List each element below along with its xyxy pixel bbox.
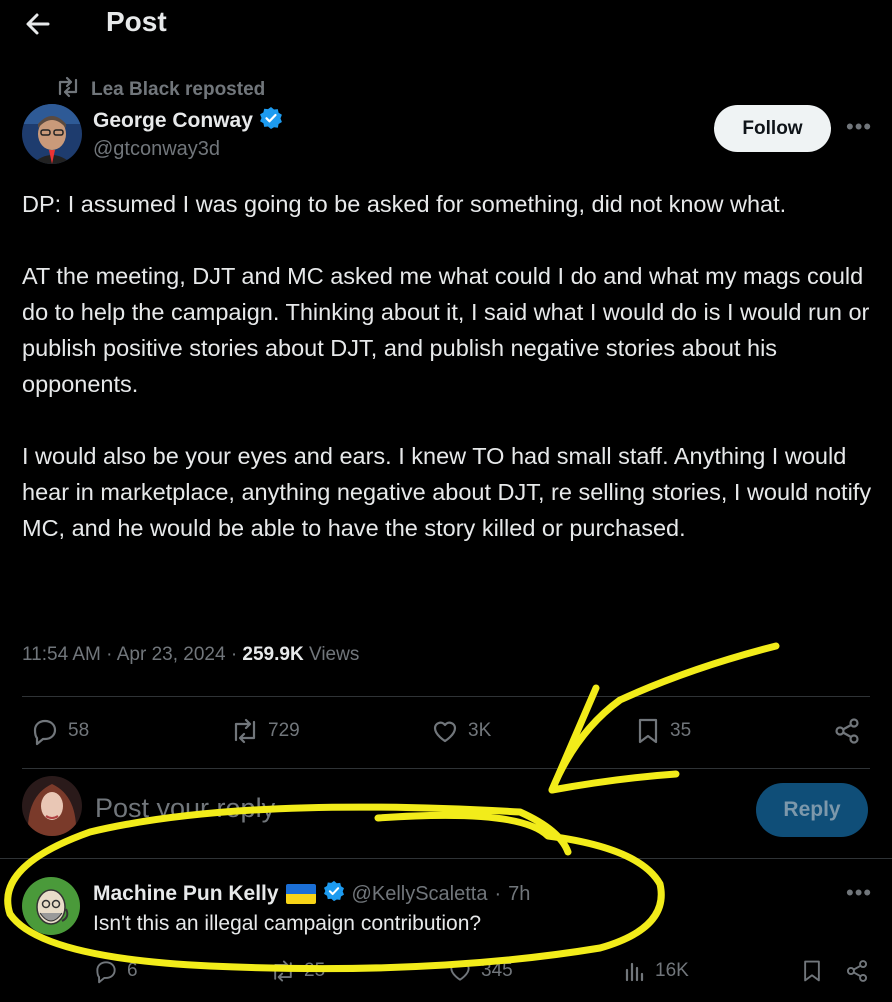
analytics-icon — [623, 958, 647, 984]
tweet-text: DP: I assumed I was going to be asked fo… — [22, 186, 882, 546]
reply-count: 6 — [127, 960, 138, 981]
repost-count: 25 — [304, 960, 326, 981]
repost-icon — [55, 76, 81, 104]
divider — [22, 768, 870, 769]
author-name: George Conway — [93, 109, 253, 132]
reply-author-row[interactable]: Machine Pun Kelly @KellyScaletta · 7h — [93, 880, 530, 908]
views-count: 259.9K — [242, 644, 304, 665]
reply-count: 58 — [68, 720, 90, 741]
repost-icon — [270, 958, 296, 984]
back-arrow-icon[interactable] — [20, 6, 56, 42]
verified-badge-icon — [323, 880, 345, 908]
tweet-meta: 11:54 AM · Apr 23, 2024 · 259.9K Views — [22, 644, 359, 666]
like-action[interactable]: 3K — [430, 716, 491, 746]
repost-label: Lea Black reposted — [91, 79, 266, 100]
repost-icon — [230, 716, 260, 746]
bookmark-count: 35 — [670, 720, 692, 741]
bookmark-icon — [634, 716, 662, 746]
reply-author-name: Machine Pun Kelly — [93, 882, 279, 905]
heart-icon — [430, 716, 460, 746]
page-title: Post — [106, 6, 167, 37]
reply-action[interactable]: 6 — [93, 958, 138, 984]
tweet-date[interactable]: Apr 23, 2024 — [117, 644, 226, 665]
reply-author-handle[interactable]: @KellyScaletta — [352, 883, 488, 906]
ukraine-flag-icon — [285, 884, 316, 904]
reply-author-avatar[interactable] — [22, 877, 80, 935]
reply-input[interactable]: Post your reply — [95, 793, 275, 824]
reply-icon — [93, 958, 119, 984]
more-options-icon[interactable]: ••• — [846, 114, 872, 140]
reply-button[interactable]: Reply — [756, 783, 868, 837]
views-action[interactable]: 16K — [623, 958, 689, 984]
reply-action[interactable]: 58 — [30, 716, 89, 746]
like-action[interactable]: 345 — [447, 958, 513, 984]
verified-badge-icon — [259, 106, 283, 136]
author-avatar[interactable] — [22, 104, 82, 164]
heart-icon — [447, 958, 473, 984]
views-label: Views — [308, 644, 360, 665]
follow-button[interactable]: Follow — [714, 105, 831, 152]
like-count: 345 — [481, 960, 513, 981]
tweet-paragraph: I would also be your eyes and ears. I kn… — [22, 443, 872, 541]
meta-separator: · — [230, 644, 238, 665]
tweet-paragraph: DP: I assumed I was going to be asked fo… — [22, 191, 787, 217]
author-name-row[interactable]: George Conway — [93, 106, 283, 136]
reply-age[interactable]: 7h — [508, 883, 530, 906]
divider — [0, 858, 892, 859]
more-options-icon[interactable]: ••• — [846, 880, 872, 906]
bookmark-action[interactable]: 35 — [634, 716, 691, 746]
author-handle[interactable]: @gtconway3d — [93, 138, 220, 161]
repost-action[interactable]: 25 — [270, 958, 325, 984]
repost-action[interactable]: 729 — [230, 716, 300, 746]
views-count: 16K — [655, 960, 689, 981]
reply-icon — [30, 716, 60, 746]
tweet-time[interactable]: 11:54 AM — [22, 644, 101, 665]
reply-text: Isn't this an illegal campaign contribut… — [93, 912, 482, 935]
tweet-paragraph: AT the meeting, DJT and MC asked me what… — [22, 263, 870, 397]
repost-count: 729 — [268, 720, 300, 741]
bookmark-icon[interactable] — [800, 958, 824, 984]
share-icon[interactable] — [844, 958, 870, 984]
divider — [22, 696, 870, 697]
repost-indicator[interactable]: Lea Black reposted — [55, 76, 265, 104]
meta-separator: · — [494, 882, 502, 905]
share-icon[interactable] — [832, 716, 862, 746]
like-count: 3K — [468, 720, 492, 741]
meta-separator: · — [106, 644, 113, 665]
my-avatar[interactable] — [22, 776, 82, 836]
